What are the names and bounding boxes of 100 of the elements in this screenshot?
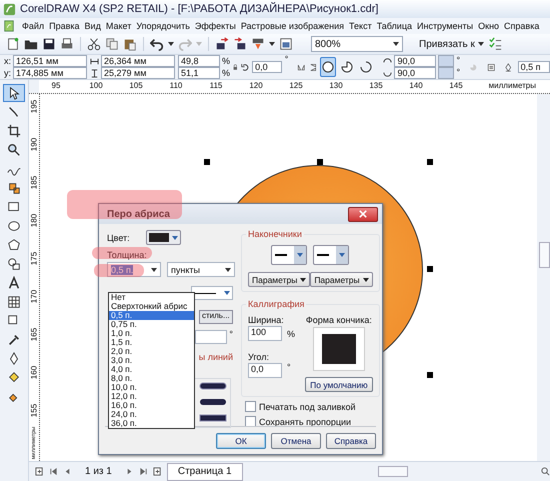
checklist-icon[interactable] [488, 37, 502, 51]
list-option[interactable]: 8,0 п. [109, 374, 194, 383]
ruler-label: 180 [30, 212, 38, 228]
ellipse-mode-button[interactable] [320, 57, 336, 77]
import-icon[interactable] [215, 37, 229, 51]
menu-item[interactable]: Инструменты [417, 21, 474, 31]
start-arrow-dropdown[interactable] [271, 245, 308, 265]
options-button[interactable]: Параметры [310, 272, 373, 287]
options-button[interactable]: Параметры [248, 272, 310, 287]
cut-icon[interactable] [87, 37, 101, 51]
application-icon[interactable] [279, 37, 293, 51]
add-page-icon[interactable] [152, 467, 162, 476]
caret-icon[interactable] [168, 42, 174, 46]
percent-label: % [222, 56, 230, 66]
scale-y-field[interactable]: 51,1 [178, 67, 220, 79]
magnifier-icon[interactable] [541, 467, 550, 476]
last-page-icon[interactable] [138, 467, 148, 476]
menu-item[interactable]: Вид [84, 21, 101, 31]
list-option[interactable]: 4,0 п. [109, 365, 194, 374]
start-angle-field[interactable]: 90,0 [394, 55, 436, 67]
angle-spinner[interactable]: 0,0 [248, 363, 282, 378]
selection-handle[interactable] [204, 159, 210, 165]
smartfill-tool-icon [7, 181, 21, 195]
previous-page-icon[interactable] [63, 467, 72, 476]
menu-item[interactable]: Текст [349, 21, 372, 31]
height-field[interactable]: 25,279 мм [101, 67, 176, 79]
menu-item[interactable]: Макет [106, 21, 132, 31]
x-position-field[interactable]: 126,51 мм [13, 55, 88, 67]
list-option[interactable]: 10,0 п. [109, 383, 194, 392]
rectangle-tool-icon [7, 200, 21, 214]
end-arrow-dropdown[interactable] [313, 245, 350, 265]
line-style-dropdown[interactable] [191, 286, 233, 300]
document-icon[interactable] [3, 20, 15, 32]
dialog-button[interactable]: Отмена [271, 433, 321, 449]
width-spinner[interactable]: 100 [248, 326, 282, 341]
default-button[interactable]: По умолчанию [305, 377, 373, 392]
list-option[interactable]: Сверхтонкий абрис [109, 302, 194, 311]
new-document-icon[interactable] [6, 37, 20, 51]
close-icon[interactable] [359, 210, 367, 218]
selection-handle[interactable] [427, 372, 433, 378]
arc-mode-icon [359, 60, 374, 74]
list-option[interactable]: 0,75 п. [109, 320, 194, 329]
list-option[interactable]: 12,0 п. [109, 392, 194, 401]
pick-tool-button[interactable] [3, 84, 25, 102]
scroll-thumb[interactable] [539, 242, 550, 268]
end-angle-field[interactable]: 90,0 [394, 67, 436, 79]
dialog-button[interactable]: ОК [216, 433, 266, 449]
list-option[interactable]: 1,0 п. [109, 329, 194, 338]
checkbox[interactable] [245, 416, 256, 427]
publish-icon[interactable] [251, 37, 265, 51]
export-icon[interactable] [233, 37, 247, 51]
menu-item[interactable]: Окно [478, 21, 500, 31]
list-option[interactable]: 0,5 п. [109, 311, 194, 320]
caret-icon [225, 268, 231, 272]
list-option[interactable]: 36,0 п. [109, 419, 194, 428]
menu-item[interactable]: Упорядочить [136, 21, 190, 31]
pie-mode-icon [340, 60, 354, 74]
width-field[interactable]: 26,364 мм [101, 55, 176, 67]
y-position-field[interactable]: 174,885 мм [13, 67, 88, 79]
list-option[interactable]: 3,0 п. [109, 356, 194, 365]
menu-item[interactable]: Таблица [376, 21, 412, 31]
scale-x-field[interactable]: 49,8 [178, 55, 220, 67]
menu-item[interactable]: Эффекты [194, 21, 236, 31]
close-button[interactable] [348, 206, 378, 222]
zoom-dropdown[interactable]: 800% [311, 36, 403, 52]
lock-icon[interactable] [233, 62, 238, 72]
list-option[interactable]: 24,0 п. [109, 410, 194, 419]
selection-handle[interactable] [317, 159, 323, 165]
menu-item[interactable]: Справка [504, 21, 540, 31]
units-dropdown[interactable]: пункты [167, 262, 235, 277]
list-option[interactable]: 2,0 п. [109, 347, 194, 356]
menu-item[interactable]: Правка [49, 21, 80, 31]
color-picker-button[interactable] [146, 230, 181, 245]
list-option[interactable]: 1,5 п. [109, 338, 194, 347]
checkbox[interactable] [245, 401, 256, 412]
caret-icon[interactable] [269, 42, 275, 46]
selection-handle[interactable] [427, 266, 433, 272]
undo-icon[interactable] [150, 37, 164, 51]
save-icon[interactable] [42, 37, 56, 51]
list-option[interactable]: 16,0 п. [109, 401, 194, 410]
snap-dropdown[interactable]: Привязать к [419, 38, 484, 50]
print-icon[interactable] [60, 37, 74, 51]
next-page-icon[interactable] [124, 467, 134, 476]
paste-icon[interactable] [123, 37, 137, 51]
page-tab[interactable]: Страница 1 [166, 462, 243, 480]
ruler-label: 145 [449, 81, 463, 90]
outline-width-field[interactable]: 0,5 п [518, 61, 550, 73]
caret-icon [478, 42, 484, 46]
rotation-field[interactable]: 0,0 [252, 61, 282, 73]
copy-icon[interactable] [105, 37, 119, 51]
list-option[interactable]: Нет [109, 293, 194, 302]
scroll-thumb[interactable] [378, 466, 408, 477]
menu-item[interactable]: Растровые изображения [240, 21, 344, 31]
dialog-button[interactable]: Справка [326, 433, 376, 449]
add-page-icon[interactable] [35, 467, 44, 476]
first-page-icon[interactable] [49, 467, 58, 476]
style-button[interactable]: стиль... [199, 310, 233, 324]
menu-item[interactable]: Файл [22, 21, 44, 31]
shapes-tool-icon [7, 257, 21, 271]
selection-handle[interactable] [427, 159, 433, 165]
